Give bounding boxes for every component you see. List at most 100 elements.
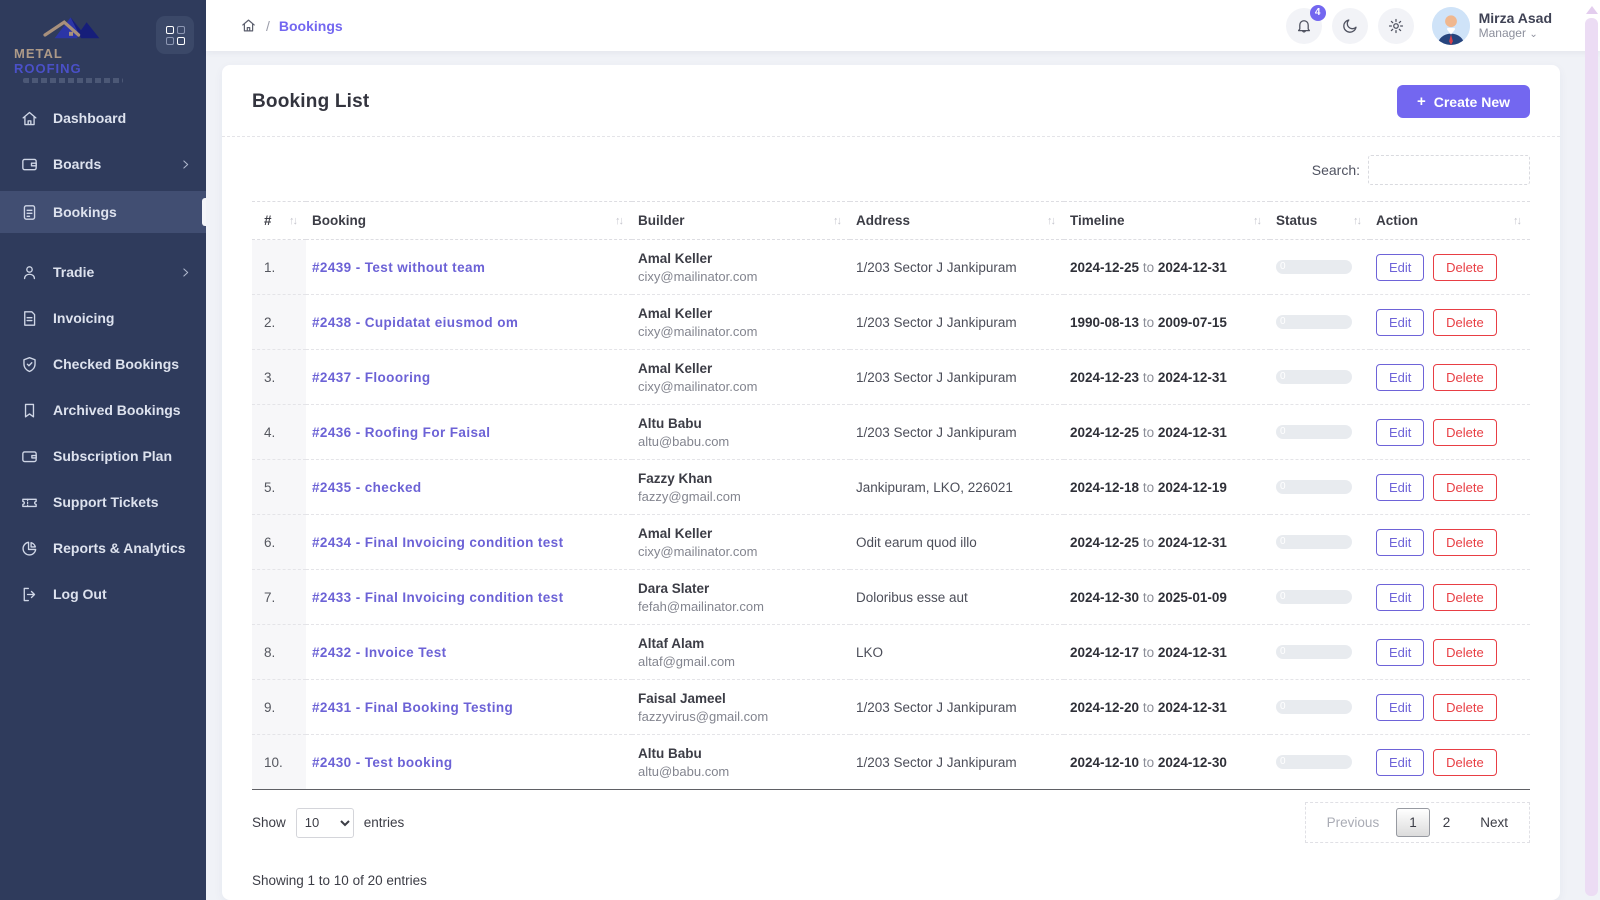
column-header-timeline[interactable]: Timeline ↑↓: [1064, 202, 1270, 240]
edit-button[interactable]: Edit: [1376, 419, 1424, 446]
progress-bar: 0: [1276, 755, 1352, 769]
booking-link[interactable]: #2433 - Final Invoicing condition test: [312, 590, 564, 605]
sidebar-item-archived-bookings[interactable]: Archived Bookings: [0, 391, 206, 429]
edit-button[interactable]: Edit: [1376, 749, 1424, 776]
grid-icon: [166, 26, 185, 45]
delete-button[interactable]: Delete: [1433, 529, 1497, 556]
sidebar-item-reports-analytics[interactable]: Reports & Analytics: [0, 529, 206, 567]
table-row: 2. #2438 - Cupidatat eiusmod om Amal Kel…: [252, 295, 1530, 350]
booking-link[interactable]: #2434 - Final Invoicing condition test: [312, 535, 564, 550]
scroll-up-arrow-icon[interactable]: [1586, 6, 1598, 14]
column-header-booking[interactable]: Booking ↑↓: [306, 202, 632, 240]
dark-mode-button[interactable]: [1332, 8, 1368, 44]
timeline-start: 1990-08-13: [1070, 315, 1139, 330]
progress-value: 0: [1280, 646, 1286, 657]
sidebar-item-checked-bookings[interactable]: Checked Bookings: [0, 345, 206, 383]
delete-button[interactable]: Delete: [1433, 639, 1497, 666]
sidebar-item-log-out[interactable]: Log Out: [0, 575, 206, 613]
booking-link[interactable]: #2432 - Invoice Test: [312, 645, 447, 660]
settings-button[interactable]: [1378, 8, 1414, 44]
row-number: 3.: [252, 350, 306, 405]
page-button-1[interactable]: 1: [1396, 808, 1430, 837]
booking-link[interactable]: #2437 - Floooring: [312, 370, 431, 385]
company-logo[interactable]: METAL ROOFING: [14, 10, 132, 83]
wallet-icon: [20, 447, 39, 466]
booking-link[interactable]: #2431 - Final Booking Testing: [312, 700, 513, 715]
next-page-button[interactable]: Next: [1467, 808, 1521, 837]
user-menu[interactable]: Mirza Asad Manager ⌄: [1432, 7, 1552, 45]
table-row: 3. #2437 - Floooring Amal Keller cixy@ma…: [252, 350, 1530, 405]
sidebar-item-support-tickets[interactable]: Support Tickets: [0, 483, 206, 521]
timeline-end: 2024-12-19: [1158, 480, 1227, 495]
sort-icon[interactable]: ↑↓: [1513, 215, 1524, 227]
sidebar-item-dashboard[interactable]: Dashboard: [0, 99, 206, 137]
home-icon[interactable]: [240, 17, 257, 34]
booking-link[interactable]: #2436 - Roofing For Faisal: [312, 425, 490, 440]
table-row: 1. #2439 - Test without team Amal Keller…: [252, 240, 1530, 295]
bell-icon: [1295, 17, 1313, 35]
edit-button[interactable]: Edit: [1376, 309, 1424, 336]
sort-icon[interactable]: ↑↓: [289, 215, 300, 227]
builder-email: cixy@mailinator.com: [638, 324, 844, 339]
delete-button[interactable]: Delete: [1433, 254, 1497, 281]
progress-bar: 0: [1276, 535, 1352, 549]
delete-button[interactable]: Delete: [1433, 364, 1497, 391]
table-header-row: # ↑↓ Booking ↑↓ Builder ↑↓ Address ↑↓ Ti…: [252, 202, 1530, 240]
sidebar-item-subscription-plan[interactable]: Subscription Plan: [0, 437, 206, 475]
progress-bar: 0: [1276, 645, 1352, 659]
sort-icon[interactable]: ↑↓: [1047, 215, 1058, 227]
sidebar-item-boards[interactable]: Boards: [0, 145, 206, 183]
delete-button[interactable]: Delete: [1433, 694, 1497, 721]
sort-icon[interactable]: ↑↓: [615, 215, 626, 227]
sort-icon[interactable]: ↑↓: [833, 215, 844, 227]
edit-button[interactable]: Edit: [1376, 364, 1424, 391]
table-row: 8. #2432 - Invoice Test Altaf Alam altaf…: [252, 625, 1530, 680]
sidebar-item-tradie[interactable]: Tradie: [0, 253, 206, 291]
create-new-button[interactable]: + Create New: [1397, 85, 1530, 118]
delete-button[interactable]: Delete: [1433, 309, 1497, 336]
page-button-2[interactable]: 2: [1430, 808, 1464, 837]
edit-button[interactable]: Edit: [1376, 694, 1424, 721]
previous-page-button[interactable]: Previous: [1314, 808, 1393, 837]
user-icon: [20, 263, 39, 282]
booking-link[interactable]: #2439 - Test without team: [312, 260, 485, 275]
sort-icon[interactable]: ↑↓: [1353, 215, 1364, 227]
sidebar-item-bookings[interactable]: Bookings: [0, 191, 206, 233]
delete-button[interactable]: Delete: [1433, 584, 1497, 611]
search-input[interactable]: [1368, 155, 1530, 185]
booking-link[interactable]: #2435 - checked: [312, 480, 422, 495]
column-header-num[interactable]: # ↑↓: [252, 202, 306, 240]
caret-down-icon: ⌄: [1529, 29, 1537, 40]
apps-grid-button[interactable]: [156, 16, 194, 54]
column-header-builder[interactable]: Builder ↑↓: [632, 202, 850, 240]
scrollbar-thumb[interactable]: [1585, 18, 1598, 896]
edit-button[interactable]: Edit: [1376, 639, 1424, 666]
timeline-end: 2024-12-31: [1158, 260, 1227, 275]
booking-list-card: Booking List + Create New Search: # ↑↓ B…: [222, 65, 1560, 900]
column-header-address[interactable]: Address ↑↓: [850, 202, 1064, 240]
edit-button[interactable]: Edit: [1376, 474, 1424, 501]
edit-button[interactable]: Edit: [1376, 529, 1424, 556]
app-root: METAL ROOFING Dashboard Boards Bookings: [0, 0, 1600, 900]
delete-button[interactable]: Delete: [1433, 749, 1497, 776]
builder-name: Amal Keller: [638, 361, 844, 376]
progress-value: 0: [1280, 481, 1286, 492]
booking-link[interactable]: #2430 - Test booking: [312, 755, 453, 770]
page-size-select[interactable]: 10: [296, 808, 354, 838]
sidebar-item-invoicing[interactable]: Invoicing: [0, 299, 206, 337]
booking-link[interactable]: #2438 - Cupidatat eiusmod om: [312, 315, 518, 330]
builder-email: fazzyvirus@gmail.com: [638, 709, 844, 724]
edit-button[interactable]: Edit: [1376, 254, 1424, 281]
chevron-right-icon: [179, 158, 192, 171]
sort-icon[interactable]: ↑↓: [1253, 215, 1264, 227]
notifications-button[interactable]: 4: [1286, 8, 1322, 44]
column-header-status[interactable]: Status ↑↓: [1270, 202, 1370, 240]
delete-button[interactable]: Delete: [1433, 419, 1497, 446]
edit-button[interactable]: Edit: [1376, 584, 1424, 611]
column-header-action[interactable]: Action ↑↓: [1370, 202, 1530, 240]
page-content: Booking List + Create New Search: # ↑↓ B…: [206, 51, 1600, 900]
delete-button[interactable]: Delete: [1433, 474, 1497, 501]
breadcrumb-current[interactable]: Bookings: [279, 18, 343, 34]
page-scrollbar[interactable]: [1585, 0, 1598, 900]
row-number: 7.: [252, 570, 306, 625]
